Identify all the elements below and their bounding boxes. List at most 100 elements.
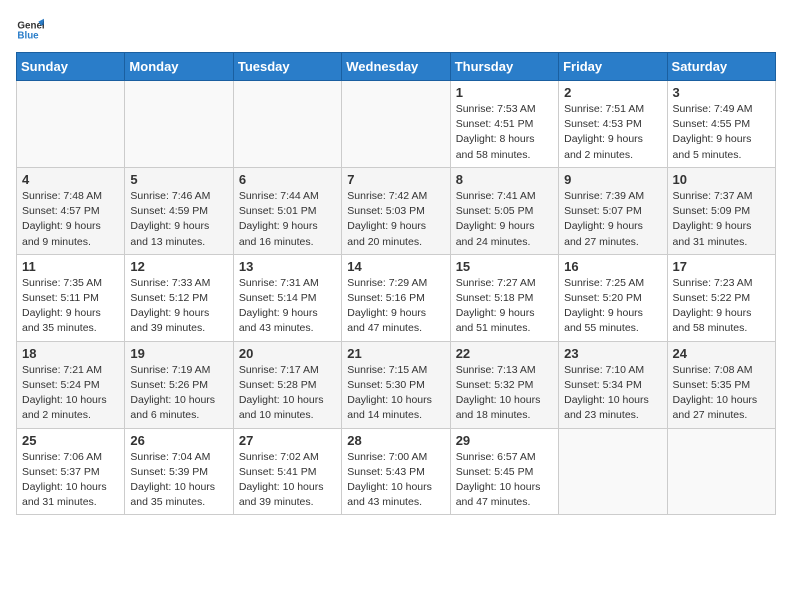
calendar-cell: 5 Sunrise: 7:46 AM Sunset: 4:59 PM Daylig… (125, 167, 233, 254)
day-number: 21 (347, 346, 444, 361)
day-number: 28 (347, 433, 444, 448)
calendar-cell: 9 Sunrise: 7:39 AM Sunset: 5:07 PM Daylig… (559, 167, 667, 254)
day-number: 11 (22, 259, 119, 274)
day-number: 26 (130, 433, 227, 448)
day-info: Sunrise: 7:25 AM Sunset: 5:20 PM Dayligh… (564, 276, 661, 337)
day-number: 24 (673, 346, 770, 361)
calendar-cell: 2 Sunrise: 7:51 AM Sunset: 4:53 PM Daylig… (559, 81, 667, 168)
day-info: Sunrise: 7:42 AM Sunset: 5:03 PM Dayligh… (347, 189, 444, 250)
day-info: Sunrise: 7:19 AM Sunset: 5:26 PM Dayligh… (130, 363, 227, 424)
day-info: Sunrise: 7:49 AM Sunset: 4:55 PM Dayligh… (673, 102, 770, 163)
day-info: Sunrise: 7:48 AM Sunset: 4:57 PM Dayligh… (22, 189, 119, 250)
column-header-friday: Friday (559, 53, 667, 81)
calendar-cell (342, 81, 450, 168)
calendar-cell (559, 428, 667, 515)
logo-icon: General Blue (16, 16, 44, 44)
calendar-cell: 10 Sunrise: 7:37 AM Sunset: 5:09 PM Dayli… (667, 167, 775, 254)
calendar-cell: 26 Sunrise: 7:04 AM Sunset: 5:39 PM Dayli… (125, 428, 233, 515)
day-info: Sunrise: 7:27 AM Sunset: 5:18 PM Dayligh… (456, 276, 553, 337)
day-info: Sunrise: 7:33 AM Sunset: 5:12 PM Dayligh… (130, 276, 227, 337)
day-number: 7 (347, 172, 444, 187)
calendar-cell (125, 81, 233, 168)
calendar-cell: 19 Sunrise: 7:19 AM Sunset: 5:26 PM Dayli… (125, 341, 233, 428)
day-info: Sunrise: 7:51 AM Sunset: 4:53 PM Dayligh… (564, 102, 661, 163)
column-header-saturday: Saturday (667, 53, 775, 81)
day-number: 6 (239, 172, 336, 187)
calendar-cell: 16Sunrise: 7:25 AM Sunset: 5:20 PM Dayli… (559, 254, 667, 341)
svg-text:Blue: Blue (17, 30, 39, 41)
calendar-cell: 20 Sunrise: 7:17 AM Sunset: 5:28 PM Dayli… (233, 341, 341, 428)
column-header-wednesday: Wednesday (342, 53, 450, 81)
day-number: 15 (456, 259, 553, 274)
calendar-cell (667, 428, 775, 515)
calendar-cell: 18 Sunrise: 7:21 AM Sunset: 5:24 PM Dayli… (17, 341, 125, 428)
calendar-cell: 1 Sunrise: 7:53 AM Sunset: 4:51 PM Daylig… (450, 81, 558, 168)
day-number: 20 (239, 346, 336, 361)
day-number: 14 (347, 259, 444, 274)
day-number: 22 (456, 346, 553, 361)
day-info: Sunrise: 7:31 AM Sunset: 5:14 PM Dayligh… (239, 276, 336, 337)
day-number: 2 (564, 85, 661, 100)
calendar-cell: 4Sunrise: 7:48 AM Sunset: 4:57 PM Daylig… (17, 167, 125, 254)
calendar-cell: 29 Sunrise: 6:57 AM Sunset: 5:45 PM Dayli… (450, 428, 558, 515)
day-number: 27 (239, 433, 336, 448)
day-number: 19 (130, 346, 227, 361)
column-header-monday: Monday (125, 53, 233, 81)
calendar-cell: 7 Sunrise: 7:42 AM Sunset: 5:03 PM Daylig… (342, 167, 450, 254)
calendar-cell: 21 Sunrise: 7:15 AM Sunset: 5:30 PM Dayli… (342, 341, 450, 428)
day-number: 25 (22, 433, 119, 448)
calendar-cell: 28Sunrise: 7:00 AM Sunset: 5:43 PM Dayli… (342, 428, 450, 515)
calendar-cell: 17Sunrise: 7:23 AM Sunset: 5:22 PM Dayli… (667, 254, 775, 341)
column-header-sunday: Sunday (17, 53, 125, 81)
day-info: Sunrise: 7:53 AM Sunset: 4:51 PM Dayligh… (456, 102, 553, 163)
day-info: Sunrise: 7:44 AM Sunset: 5:01 PM Dayligh… (239, 189, 336, 250)
calendar-week-row: 25 Sunrise: 7:06 AM Sunset: 5:37 PM Dayli… (17, 428, 776, 515)
calendar-header-row: SundayMondayTuesdayWednesdayThursdayFrid… (17, 53, 776, 81)
day-info: Sunrise: 6:57 AM Sunset: 5:45 PM Dayligh… (456, 450, 553, 511)
day-number: 23 (564, 346, 661, 361)
day-info: Sunrise: 7:39 AM Sunset: 5:07 PM Dayligh… (564, 189, 661, 250)
day-number: 8 (456, 172, 553, 187)
day-number: 5 (130, 172, 227, 187)
day-number: 29 (456, 433, 553, 448)
day-info: Sunrise: 7:15 AM Sunset: 5:30 PM Dayligh… (347, 363, 444, 424)
calendar-week-row: 18 Sunrise: 7:21 AM Sunset: 5:24 PM Dayli… (17, 341, 776, 428)
calendar-cell: 23 Sunrise: 7:10 AM Sunset: 5:34 PM Dayli… (559, 341, 667, 428)
day-number: 17 (673, 259, 770, 274)
day-info: Sunrise: 7:04 AM Sunset: 5:39 PM Dayligh… (130, 450, 227, 511)
day-info: Sunrise: 7:21 AM Sunset: 5:24 PM Dayligh… (22, 363, 119, 424)
calendar-cell: 27 Sunrise: 7:02 AM Sunset: 5:41 PM Dayli… (233, 428, 341, 515)
calendar-cell: 13 Sunrise: 7:31 AM Sunset: 5:14 PM Dayli… (233, 254, 341, 341)
calendar-week-row: 1 Sunrise: 7:53 AM Sunset: 4:51 PM Daylig… (17, 81, 776, 168)
day-number: 18 (22, 346, 119, 361)
day-info: Sunrise: 7:35 AM Sunset: 5:11 PM Dayligh… (22, 276, 119, 337)
calendar-cell: 24 Sunrise: 7:08 AM Sunset: 5:35 PM Dayli… (667, 341, 775, 428)
column-header-thursday: Thursday (450, 53, 558, 81)
day-info: Sunrise: 7:17 AM Sunset: 5:28 PM Dayligh… (239, 363, 336, 424)
calendar-cell (233, 81, 341, 168)
calendar-week-row: 11 Sunrise: 7:35 AM Sunset: 5:11 PM Dayli… (17, 254, 776, 341)
day-info: Sunrise: 7:29 AM Sunset: 5:16 PM Dayligh… (347, 276, 444, 337)
calendar-cell: 14 Sunrise: 7:29 AM Sunset: 5:16 PM Dayli… (342, 254, 450, 341)
day-info: Sunrise: 7:06 AM Sunset: 5:37 PM Dayligh… (22, 450, 119, 511)
calendar-week-row: 4Sunrise: 7:48 AM Sunset: 4:57 PM Daylig… (17, 167, 776, 254)
calendar-table: SundayMondayTuesdayWednesdayThursdayFrid… (16, 52, 776, 515)
calendar-cell: 12 Sunrise: 7:33 AM Sunset: 5:12 PM Dayli… (125, 254, 233, 341)
calendar-cell: 15 Sunrise: 7:27 AM Sunset: 5:18 PM Dayli… (450, 254, 558, 341)
day-number: 13 (239, 259, 336, 274)
day-number: 12 (130, 259, 227, 274)
logo: General Blue (16, 16, 48, 44)
day-number: 1 (456, 85, 553, 100)
day-number: 10 (673, 172, 770, 187)
day-info: Sunrise: 7:37 AM Sunset: 5:09 PM Dayligh… (673, 189, 770, 250)
day-number: 3 (673, 85, 770, 100)
calendar-cell: 6 Sunrise: 7:44 AM Sunset: 5:01 PM Daylig… (233, 167, 341, 254)
day-info: Sunrise: 7:46 AM Sunset: 4:59 PM Dayligh… (130, 189, 227, 250)
day-number: 9 (564, 172, 661, 187)
calendar-cell: 8Sunrise: 7:41 AM Sunset: 5:05 PM Daylig… (450, 167, 558, 254)
column-header-tuesday: Tuesday (233, 53, 341, 81)
day-info: Sunrise: 7:08 AM Sunset: 5:35 PM Dayligh… (673, 363, 770, 424)
day-info: Sunrise: 7:10 AM Sunset: 5:34 PM Dayligh… (564, 363, 661, 424)
day-info: Sunrise: 7:02 AM Sunset: 5:41 PM Dayligh… (239, 450, 336, 511)
calendar-cell: 25 Sunrise: 7:06 AM Sunset: 5:37 PM Dayli… (17, 428, 125, 515)
